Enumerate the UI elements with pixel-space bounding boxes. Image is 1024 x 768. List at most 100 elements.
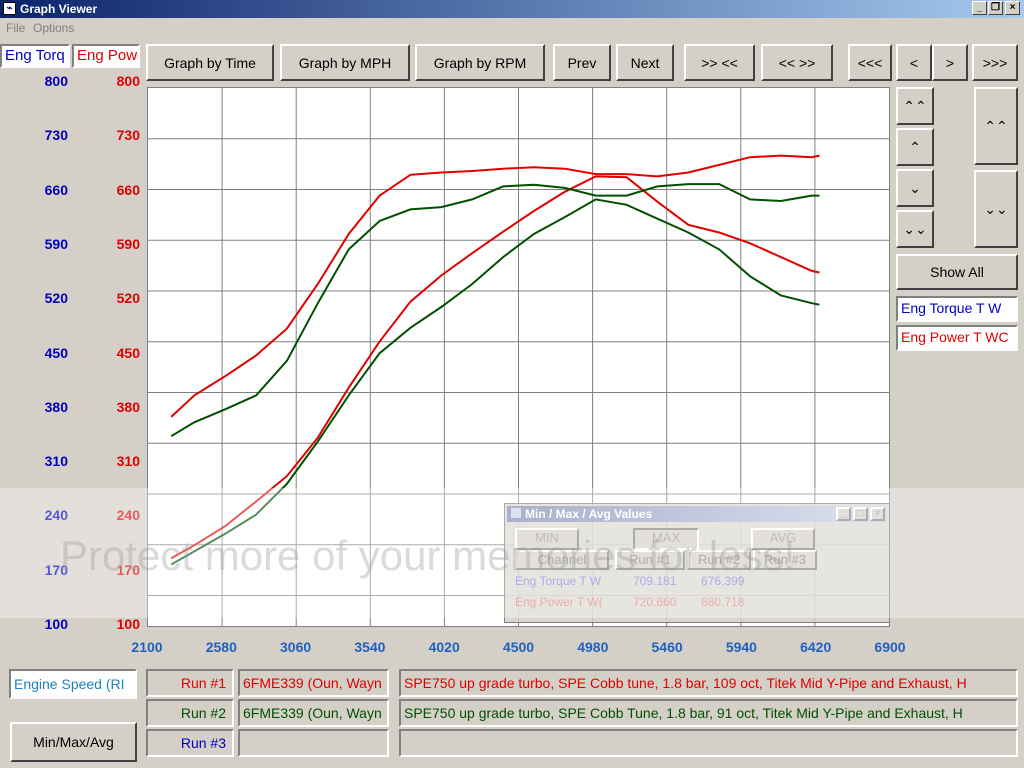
row-torque-name: Eng Torque T W <box>515 574 602 588</box>
double-up-icon: ⌃⌃ <box>984 117 1008 134</box>
scroll-down-fast-button[interactable]: ⌄⌄ <box>896 210 934 248</box>
row-power-name: Eng Power T W( <box>515 595 603 609</box>
zoom-in-button[interactable]: >> << <box>684 44 755 81</box>
y-right-tick-label: 450 <box>116 344 140 361</box>
x-tick-label: 5460 <box>651 639 683 655</box>
row-power-run2: 680.718 <box>701 595 745 609</box>
menu-bar: File Options <box>0 18 1024 38</box>
menu-options[interactable]: Options <box>33 21 74 35</box>
series-line-0 <box>170 154 820 418</box>
y-left-tick-label: 170 <box>44 561 68 578</box>
left-button[interactable]: < <box>896 44 932 81</box>
double-up-icon: ⌃⌃ <box>903 97 927 114</box>
scroll-up-fast-button[interactable]: ⌃⌃ <box>896 87 934 125</box>
y-left-tick-label: 660 <box>44 181 68 198</box>
y-left-tick-label: 450 <box>44 344 68 361</box>
double-down-icon: ⌄⌄ <box>903 220 927 237</box>
avg-button[interactable]: AVG <box>751 528 815 550</box>
y-left-tick-label: 240 <box>44 507 68 524</box>
x-tick-label: 3060 <box>280 639 312 655</box>
zoom-y-in-button[interactable]: ⌄⌄ <box>974 170 1018 248</box>
x-channel-field[interactable]: Engine Speed (RI <box>9 669 137 699</box>
graph-by-time-button[interactable]: Graph by Time <box>146 44 274 81</box>
row-torque-run2: 676.399 <box>701 574 745 588</box>
y-left-tick-label: 380 <box>44 398 68 415</box>
y-left-tick-label: 590 <box>44 235 68 252</box>
x-tick-label: 4500 <box>502 639 535 655</box>
y-left-tick-label: 520 <box>44 290 68 307</box>
show-all-button[interactable]: Show All <box>896 254 1018 290</box>
run1-label: Run #1 <box>146 669 234 697</box>
right-button[interactable]: > <box>932 44 968 81</box>
window-title: Graph Viewer <box>20 2 98 16</box>
last-button[interactable]: >>> <box>972 44 1018 81</box>
col-run3: Run #3 <box>753 550 817 570</box>
run3-description[interactable] <box>399 729 1018 757</box>
y-right-tick-label: 730 <box>116 127 140 144</box>
y-right-tick-label: 240 <box>116 507 140 524</box>
run2-label: Run #2 <box>146 699 234 727</box>
graph-by-mph-button[interactable]: Graph by MPH <box>280 44 410 81</box>
next-button[interactable]: Next <box>616 44 674 81</box>
y-left-tick-label: 310 <box>44 453 68 470</box>
y-right-tick-label: 310 <box>116 453 140 470</box>
y-right-tick-label: 380 <box>116 398 140 415</box>
run2-car[interactable]: 6FME339 (Oun, Wayn <box>238 699 389 727</box>
y-left-tick-label: 800 <box>44 73 68 89</box>
y-right-tick-label: 100 <box>116 616 140 632</box>
close-button[interactable]: × <box>1005 1 1020 15</box>
min-button[interactable]: MIN <box>515 528 579 550</box>
run2-description[interactable]: SPE750 up grade turbo, SPE Cobb Tune, 1.… <box>399 699 1018 727</box>
col-run2: Run #2 <box>687 550 751 570</box>
x-tick-label: 4980 <box>577 639 609 655</box>
x-tick-label: 6420 <box>800 639 832 655</box>
tab-torque[interactable]: Eng Torq <box>0 44 70 68</box>
restore-button[interactable]: ❐ <box>988 1 1003 15</box>
legend-power[interactable]: Eng Power T WC <box>896 325 1018 351</box>
chevron-down-icon: ⌄ <box>909 179 921 196</box>
first-button[interactable]: <<< <box>848 44 892 81</box>
minimize-icon[interactable]: _ <box>836 507 851 521</box>
minmax-window: Min / Max / Avg Values _ □ × MIN MAX AVG… <box>504 503 890 623</box>
run1-car[interactable]: 6FME339 (Oun, Wayn <box>238 669 389 697</box>
tab-power[interactable]: Eng Powe <box>72 44 140 68</box>
x-tick-label: 2100 <box>131 639 163 655</box>
run3-car[interactable] <box>238 729 389 757</box>
title-bar: ⌁ Graph Viewer _ ❐ × <box>0 0 1024 18</box>
maximize-icon[interactable]: □ <box>853 507 868 521</box>
window-icon <box>511 508 521 518</box>
x-tick-label: 3540 <box>354 639 386 655</box>
max-button[interactable]: MAX <box>633 528 699 550</box>
row-power-run1: 720.660 <box>633 595 677 609</box>
scroll-up-button[interactable]: ⌃ <box>896 128 934 166</box>
run1-description[interactable]: SPE750 up grade turbo, SPE Cobb tune, 1.… <box>399 669 1018 697</box>
zoom-out-button[interactable]: << >> <box>761 44 833 81</box>
menu-file[interactable]: File <box>6 21 25 35</box>
y-left-tick-label: 730 <box>44 127 68 144</box>
minmax-title: Min / Max / Avg Values <box>507 506 887 522</box>
close-icon[interactable]: × <box>870 507 885 521</box>
graph-by-rpm-button[interactable]: Graph by RPM <box>415 44 545 81</box>
y-right-tick-label: 170 <box>116 561 140 578</box>
chevron-up-icon: ⌃ <box>909 138 921 155</box>
zoom-y-out-button[interactable]: ⌃⌃ <box>974 87 1018 165</box>
run3-label: Run #3 <box>146 729 234 757</box>
double-down-icon: ⌄⌄ <box>984 200 1008 217</box>
minmax-button[interactable]: Min/Max/Avg <box>10 722 137 762</box>
row-torque-run1: 709.181 <box>633 574 677 588</box>
x-tick-label: 6900 <box>874 639 906 655</box>
y-right-tick-label: 520 <box>116 290 140 307</box>
minimize-button[interactable]: _ <box>972 1 987 15</box>
app-icon: ⌁ <box>3 2 16 15</box>
y-left-tick-label: 100 <box>44 616 68 632</box>
prev-button[interactable]: Prev <box>553 44 611 81</box>
scroll-down-button[interactable]: ⌄ <box>896 169 934 207</box>
y-right-tick-label: 660 <box>116 181 140 198</box>
col-channel: Channel <box>515 550 609 570</box>
col-run1: Run #1 <box>615 550 685 570</box>
legend-torque[interactable]: Eng Torque T W <box>896 296 1018 322</box>
series-line-2 <box>170 183 820 438</box>
x-tick-label: 4020 <box>428 639 460 655</box>
x-tick-label: 5940 <box>725 639 757 655</box>
y-right-tick-label: 800 <box>116 73 140 89</box>
